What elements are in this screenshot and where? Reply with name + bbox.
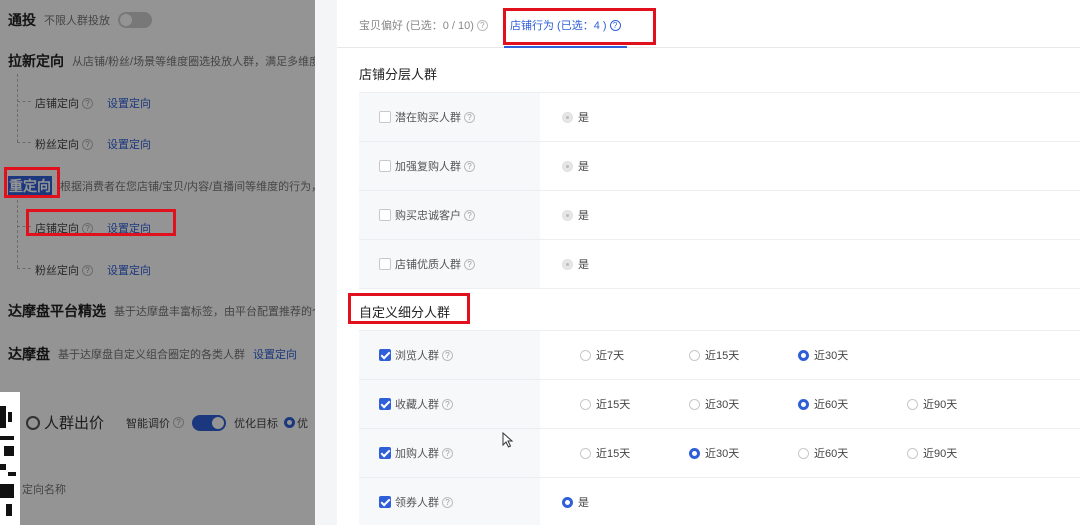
checkbox-checked[interactable]: [379, 447, 391, 459]
radio-option[interactable]: 近90天: [907, 380, 957, 428]
radio-option[interactable]: 近15天: [580, 429, 630, 477]
broad-targeting-toggle[interactable]: [118, 12, 152, 28]
damopan-pick-title: 达摩盘平台精选: [8, 303, 106, 319]
table-row: 加购人群? 近15天 近30天 近60天 近90天: [359, 429, 1080, 478]
broad-targeting-desc: 不限人群投放: [44, 15, 110, 27]
custom-segment-table: 浏览人群? 近7天 近15天 近30天 收藏人群? 近15天 近30天 近60天…: [359, 330, 1080, 525]
help-icon: ?: [82, 264, 93, 276]
radio-disabled: [562, 111, 573, 123]
help-icon: ?: [173, 417, 185, 428]
checkbox[interactable]: [379, 111, 391, 123]
bid-row: 人群出价 智能调价 ? 优化目标 优: [26, 412, 308, 433]
radio-disabled: [562, 160, 573, 172]
table-row: 店铺优质人群? 是: [359, 240, 1080, 289]
radio-option[interactable]: 近90天: [907, 429, 957, 477]
retargeting-desc: 根据消费者在您店铺/宝贝/内容/直播间等维度的行为，: [60, 181, 315, 193]
table-row: 加强复购人群? 是: [359, 142, 1080, 191]
annotation-box-store-targeting: [26, 209, 176, 236]
radio-option[interactable]: 近7天: [580, 331, 624, 379]
new-customer-title: 拉新定向: [8, 53, 64, 69]
damopan-desc: 基于达摩盘自定义组合圈定的各类人群: [58, 349, 245, 361]
damopan-pick-row: 达摩盘平台精选 基于达摩盘丰富标签，由平台配置推荐的个: [8, 301, 315, 321]
tree-line: [17, 74, 18, 142]
new-fans-targeting: 粉丝定向? 设置定向: [35, 136, 151, 152]
checkbox-checked[interactable]: [379, 496, 391, 508]
new-fans-set-link[interactable]: 设置定向: [107, 136, 151, 152]
help-icon: ?: [82, 97, 93, 109]
damopan-title: 达摩盘: [8, 346, 50, 362]
new-store-targeting: 店铺定向? 设置定向: [35, 95, 151, 111]
checkbox[interactable]: [379, 209, 391, 221]
background-campaign-panel: 通投 不限人群投放 拉新定向 从店铺/粉丝/场景等维度圈选投放人群，满足多维度 …: [0, 0, 315, 525]
help-icon: ?: [464, 111, 475, 123]
new-customer-row: 拉新定向 从店铺/粉丝/场景等维度圈选投放人群，满足多维度: [8, 51, 315, 71]
table-row: 购买忠诚客户? 是: [359, 191, 1080, 240]
tree-line: [17, 268, 31, 269]
targeting-dialog: 宝贝偏好 (已选：0 / 10) ? 店铺行为 (已选：4 ) ? 店铺分层人群…: [315, 0, 1080, 525]
radio-option-selected[interactable]: 近30天: [689, 429, 739, 477]
help-icon: ?: [464, 160, 475, 172]
retarget-fans-set-link[interactable]: 设置定向: [107, 262, 151, 278]
retarget-fans-targeting: 粉丝定向? 设置定向: [35, 262, 151, 278]
user-icon: [26, 415, 40, 430]
help-icon: ?: [442, 398, 453, 410]
radio-option[interactable]: 近60天: [798, 429, 848, 477]
mouse-cursor-icon: [502, 432, 514, 448]
tree-line: [17, 101, 31, 102]
store-tier-table: 潜在购买人群? 是 加强复购人群? 是 购买忠诚客户? 是 店铺优质人群? 是: [359, 92, 1080, 289]
radio-option[interactable]: 近30天: [689, 380, 739, 428]
damopan-row: 达摩盘 基于达摩盘自定义组合圈定的各类人群 设置定向: [8, 344, 297, 364]
broad-targeting-row: 通投 不限人群投放: [8, 10, 152, 30]
broad-targeting-title: 通投: [8, 12, 36, 28]
optimize-goal-option: 优: [297, 417, 309, 430]
help-icon: ?: [442, 447, 453, 459]
tree-line: [17, 200, 18, 268]
optimize-goal-radio[interactable]: [284, 417, 296, 428]
new-customer-desc: 从店铺/粉丝/场景等维度圈选投放人群，满足多维度: [72, 56, 315, 68]
damopan-set-link[interactable]: 设置定向: [253, 346, 297, 362]
tree-line: [17, 142, 31, 143]
qr-code-image: [0, 392, 20, 525]
checkbox-checked[interactable]: [379, 398, 391, 410]
radio-option[interactable]: 近15天: [580, 380, 630, 428]
help-icon: ?: [442, 349, 453, 361]
help-icon: ?: [464, 258, 475, 270]
targeting-name-header: 定向名称: [22, 484, 66, 496]
tab-item-preference[interactable]: 宝贝偏好 (已选：0 / 10) ?: [359, 17, 488, 33]
checkbox-checked[interactable]: [379, 349, 391, 361]
tab-bar: 宝贝偏好 (已选：0 / 10) ? 店铺行为 (已选：4 ) ?: [337, 0, 1080, 48]
radio-option-selected[interactable]: 近30天: [798, 331, 848, 379]
help-icon: ?: [82, 138, 93, 150]
smart-bid-toggle[interactable]: [192, 414, 227, 431]
table-row: 收藏人群? 近15天 近30天 近60天 近90天: [359, 380, 1080, 429]
damopan-pick-desc: 基于达摩盘丰富标签，由平台配置推荐的个: [114, 306, 315, 318]
section-title-store-tier: 店铺分层人群: [359, 67, 438, 82]
new-store-set-link[interactable]: 设置定向: [107, 95, 151, 111]
annotation-box-custom-section: [348, 293, 470, 324]
help-icon: ?: [442, 496, 453, 508]
optimize-goal-label: 优化目标: [234, 417, 279, 430]
radio-option-selected[interactable]: 是: [562, 478, 589, 525]
table-row: 浏览人群? 近7天 近15天 近30天: [359, 331, 1080, 380]
dialog-card: 宝贝偏好 (已选：0 / 10) ? 店铺行为 (已选：4 ) ? 店铺分层人群…: [337, 0, 1080, 525]
table-row: 潜在购买人群? 是: [359, 93, 1080, 142]
table-row: 领券人群? 是: [359, 478, 1080, 525]
checkbox[interactable]: [379, 258, 391, 270]
checkbox[interactable]: [379, 160, 391, 172]
radio-option-selected[interactable]: 近60天: [798, 380, 848, 428]
help-icon: ?: [464, 209, 475, 221]
smart-bid-label: 智能调价: [126, 417, 171, 430]
annotation-box-store-tab: [503, 8, 656, 45]
annotation-box-retargeting: [4, 167, 60, 198]
help-icon: ?: [476, 19, 488, 31]
radio-disabled: [562, 258, 573, 270]
radio-option[interactable]: 近15天: [689, 331, 739, 379]
bid-title: 人群出价: [44, 415, 105, 432]
radio-disabled: [562, 209, 573, 221]
